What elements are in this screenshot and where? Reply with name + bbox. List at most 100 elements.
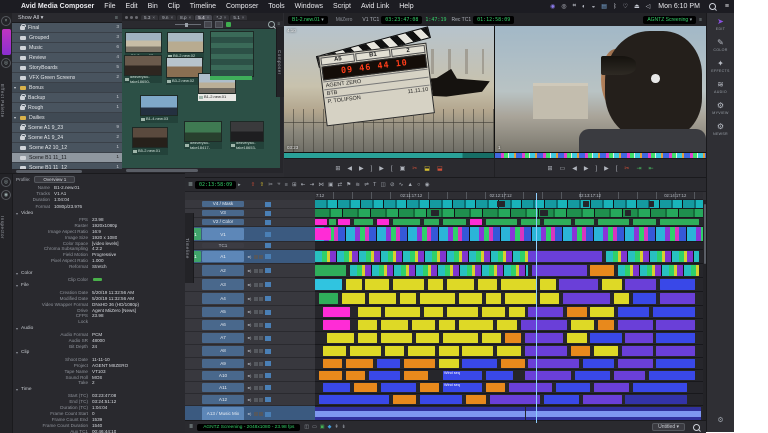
timeline-clip[interactable] — [365, 279, 389, 290]
bin-list-item[interactable]: ▾ Bonus — [12, 83, 122, 93]
disclosure-triangle-icon[interactable]: ▾ — [12, 115, 18, 120]
menu-status-icon[interactable]: ◎ — [558, 3, 569, 10]
timeline-clip[interactable] — [501, 359, 525, 368]
timeline-clip[interactable] — [458, 320, 494, 330]
timeline-clip[interactable] — [563, 293, 610, 304]
timeline-clip[interactable] — [315, 251, 529, 262]
timeline-clip[interactable] — [509, 383, 552, 392]
settings-gear-icon[interactable]: ⚙ — [717, 416, 723, 424]
track-select-button[interactable]: A3 — [202, 279, 244, 290]
timeline-clip[interactable] — [315, 407, 525, 421]
timeline-clip[interactable] — [353, 383, 378, 392]
bin-tab[interactable]: *.J × — [213, 14, 230, 20]
menu-item[interactable]: Windows — [290, 3, 328, 10]
timeline-clip[interactable] — [656, 346, 696, 356]
track-header[interactable]: TC1 — [185, 242, 315, 250]
timeline-track-lane[interactable] — [315, 209, 703, 218]
timeline-clip[interactable] — [485, 383, 506, 392]
timeline-clip[interactable] — [369, 293, 397, 304]
timeline-clip[interactable] — [346, 371, 366, 380]
timeline-clip[interactable] — [446, 307, 478, 317]
menu-status-icon[interactable]: ◁ — [643, 3, 654, 10]
menu-status-icon[interactable]: ⏏ — [631, 3, 643, 10]
timeline-clip[interactable] — [419, 395, 463, 404]
tab-timeline[interactable]: Timeline — [185, 216, 190, 280]
timeline-clip[interactable] — [520, 320, 568, 330]
timeline-clip[interactable] — [648, 201, 655, 207]
track-header[interactable]: A2 ◄) — [185, 264, 315, 278]
timeline-clip[interactable] — [439, 346, 459, 356]
record-monitor[interactable]: 1 — [495, 26, 706, 152]
track-header[interactable]: A3 ◄) — [185, 278, 315, 292]
disclosure-triangle-icon[interactable]: ▾ — [12, 85, 18, 90]
timeline-clip[interactable] — [540, 279, 556, 290]
timeline-clip[interactable] — [439, 359, 459, 368]
timeline-clip[interactable] — [400, 293, 416, 304]
timeline-clip[interactable] — [485, 219, 517, 225]
track-monitor-button[interactable] — [265, 411, 271, 417]
track-select-button[interactable]: A1 — [202, 251, 244, 262]
bin-list-item[interactable]: Grouped 3 — [12, 33, 122, 43]
statusbar-menu-icon[interactable]: ≣ — [189, 424, 193, 430]
menu-item[interactable]: Avid Link — [356, 3, 394, 10]
timeline-clip[interactable] — [590, 265, 614, 276]
menu-status-icon[interactable]: ◐ — [579, 4, 589, 10]
timeline-clip[interactable] — [392, 219, 420, 225]
timeline-clip[interactable] — [353, 219, 374, 225]
timeline-clip[interactable] — [582, 201, 589, 207]
timeline-tool-button[interactable]: ◫ — [381, 182, 386, 188]
timeline-clip[interactable] — [322, 320, 350, 330]
timeline-clip[interactable] — [497, 320, 517, 330]
speaker-icon[interactable]: ◄) — [245, 412, 253, 416]
statusbar-search-icon[interactable] — [693, 423, 700, 431]
timeline-track-lane[interactable] — [315, 358, 703, 370]
track-select-button[interactable]: A12 — [202, 394, 244, 404]
track-monitor-button[interactable] — [265, 397, 271, 402]
timeline-clip[interactable] — [625, 333, 653, 343]
timeline-track-lane[interactable] — [315, 345, 703, 358]
timeline-clip[interactable] — [613, 371, 645, 380]
bin-tab[interactable]: 9.n × — [159, 14, 177, 20]
timeline-clip[interactable] — [489, 395, 541, 404]
menu-item[interactable]: Timeline — [185, 3, 221, 10]
transport-button[interactable]: ⇥ — [636, 165, 641, 172]
view-script-button[interactable] — [214, 21, 223, 28]
timeline-tool-button[interactable]: ∿ — [399, 182, 404, 188]
timeline-track-lane[interactable] — [315, 278, 703, 292]
timeline-clip[interactable] — [384, 307, 420, 317]
menu-status-icon[interactable]: ⌗ — [570, 3, 579, 10]
timeline-clip[interactable] — [346, 279, 362, 290]
transport-button[interactable]: ▶ — [379, 165, 384, 172]
tab-close-icon[interactable]: × — [207, 15, 210, 20]
bin-list-item[interactable]: Rough 1 — [12, 103, 122, 113]
bin-list-item[interactable]: ▾ Dailies — [12, 113, 122, 123]
speaker-icon[interactable]: ◄) — [245, 323, 253, 327]
timeline-clip[interactable] — [322, 383, 350, 392]
section-header[interactable]: ▾ Audio — [12, 325, 185, 332]
menu-item[interactable]: File — [99, 3, 120, 10]
track-monitor-button[interactable] — [265, 254, 271, 259]
timeline-tool-button[interactable]: ▣ — [328, 182, 333, 188]
tab-composer[interactable]: Composer — [277, 30, 282, 94]
track-select-button[interactable]: A8 — [202, 346, 244, 356]
timeline-clip[interactable] — [443, 333, 478, 343]
section-header[interactable]: ▾ File — [12, 282, 185, 289]
timeline-clip[interactable] — [598, 320, 614, 330]
bin-list-item[interactable]: Scene A1 9_24 2 — [12, 133, 122, 143]
timeline-clip[interactable] — [431, 210, 440, 216]
timeline-clip[interactable] — [392, 395, 416, 404]
transport-button[interactable]: ⇤ — [648, 165, 653, 172]
timeline-track-lane[interactable] — [315, 292, 703, 306]
bin-tab[interactable]: 8.p × — [177, 14, 195, 20]
timeline-clip[interactable] — [590, 307, 614, 317]
track-header[interactable]: A6 ◄) — [185, 319, 315, 332]
bin-search-icon[interactable] — [268, 21, 276, 28]
section-header[interactable]: ▾ Color — [12, 270, 185, 277]
timeline-clip[interactable] — [322, 307, 350, 317]
timeline-clip[interactable] — [606, 251, 700, 262]
timeline-clip[interactable] — [485, 293, 502, 304]
bin-tab[interactable]: 5.4 × — [195, 14, 213, 20]
bin-filter-dropdown[interactable]: Show All ▾ — [12, 15, 115, 21]
timeline-tool-button[interactable]: ⇄ — [337, 182, 342, 188]
profile-dropdown[interactable]: Overview 1 — [34, 175, 76, 183]
